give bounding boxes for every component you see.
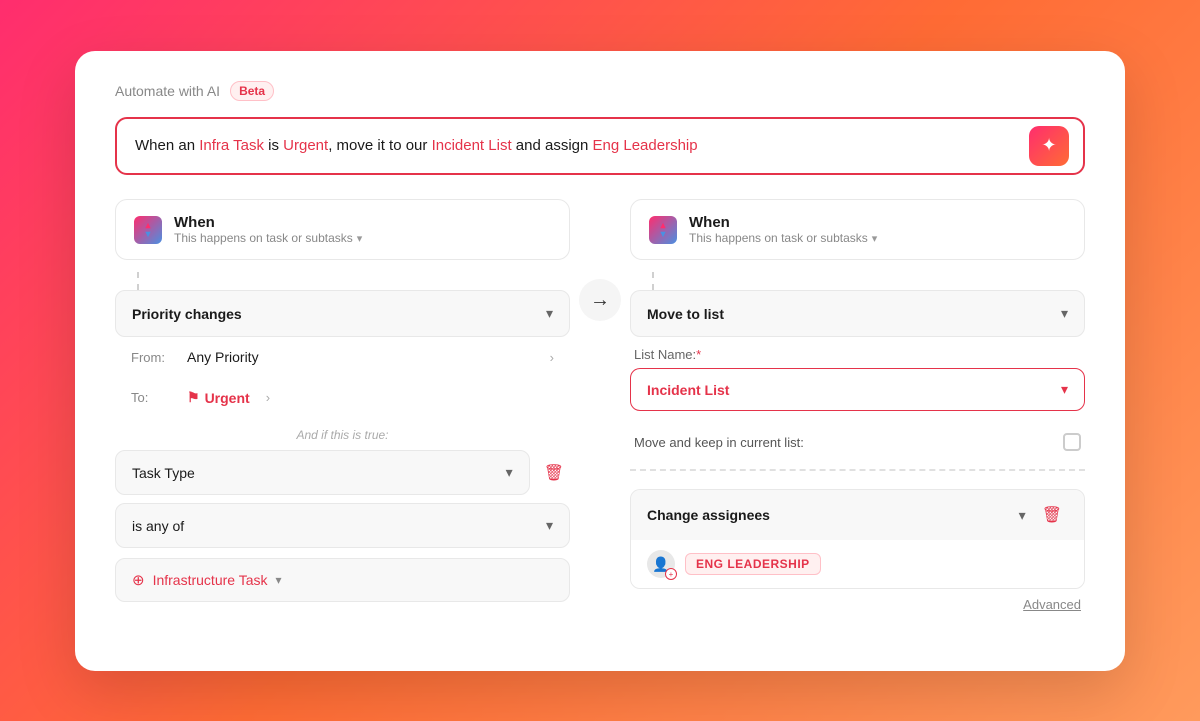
urgent-label: Urgent (205, 390, 250, 406)
required-star: * (696, 347, 701, 362)
assignees-header-right: ▾ 🗑 (1019, 503, 1068, 527)
assignees-delete-button[interactable]: 🗑 (1036, 503, 1068, 527)
prompt-text-3: , move it to our (328, 137, 431, 154)
is-any-of-chevron: ▾ (546, 517, 553, 534)
right-when-chevron: ▾ (872, 232, 878, 245)
urgent-value: ⚑ Urgent (187, 389, 250, 406)
left-dotted-1 (137, 272, 570, 290)
incident-chevron-icon: ▾ (1061, 381, 1068, 398)
assignees-block: Change assignees ▾ 🗑 👤 + ENG LEADERSHIP (630, 489, 1085, 589)
priority-chevron-icon: ▾ (546, 305, 553, 322)
prompt-incident: Incident List (432, 137, 512, 154)
right-column: When This happens on task or subtasks ▾ … (630, 199, 1085, 612)
prompt-eng: Eng Leadership (593, 137, 698, 154)
right-dotted-1 (652, 272, 1085, 290)
left-when-logo (134, 216, 162, 244)
move-keep-label: Move and keep in current list: (634, 435, 804, 450)
sparkle-icon: ✦ (1041, 135, 1056, 156)
assignees-chevron-icon: ▾ (1019, 507, 1026, 524)
arrow-right-icon: → (590, 289, 610, 312)
to-row: To: ⚑ Urgent › (115, 377, 570, 418)
prompt-text-1: When an (135, 137, 199, 154)
right-when-content: When This happens on task or subtasks ▾ (689, 214, 1066, 245)
is-any-of-label: is any of (132, 518, 184, 534)
change-assignees-label: Change assignees (647, 507, 770, 523)
left-when-title: When (174, 214, 551, 231)
advanced-link[interactable]: Advanced (630, 589, 1085, 612)
right-when-sub: This happens on task or subtasks (689, 231, 868, 245)
incident-list-label: Incident List (647, 382, 729, 398)
from-label: From: (131, 350, 171, 365)
two-col-layout: When This happens on task or subtasks ▾ … (115, 199, 1085, 612)
ai-prompt-box: When an Infra Task is Urgent, move it to… (115, 117, 1085, 176)
move-to-list-label: Move to list (647, 306, 724, 322)
avatar-plus-badge: + (665, 568, 677, 580)
left-when-block: When This happens on task or subtasks ▾ (115, 199, 570, 260)
infra-task-row[interactable]: ⊕ Infrastructure Task ▾ (115, 558, 570, 602)
list-name-text: List Name: (634, 347, 696, 362)
left-when-sub-row[interactable]: This happens on task or subtasks ▾ (174, 231, 551, 245)
urgent-chevron-icon[interactable]: › (266, 390, 270, 405)
arrow-col: → (570, 199, 630, 321)
assignees-header: Change assignees ▾ 🗑 (631, 490, 1084, 540)
to-label: To: (131, 390, 171, 405)
and-if-label: And if this is true: (115, 418, 570, 450)
eng-leadership-tag: ENG LEADERSHIP (685, 553, 821, 575)
eng-row: 👤 + ENG LEADERSHIP (631, 540, 1084, 588)
infra-task-chevron: ▾ (275, 573, 281, 587)
prompt-urgent: Urgent (283, 137, 328, 154)
right-when-logo (649, 216, 677, 244)
incident-list-dropdown[interactable]: Incident List ▾ (630, 368, 1085, 411)
left-when-content: When This happens on task or subtasks ▾ (174, 214, 551, 245)
task-type-delete-button[interactable]: 🗑 (538, 461, 570, 485)
infra-task-label: Infrastructure Task (153, 572, 268, 588)
from-chevron-icon[interactable]: › (550, 350, 554, 365)
top-bar: Automate with AI Beta (115, 81, 1085, 101)
prompt-text-4: and assign (512, 137, 593, 154)
move-to-list-chevron: ▾ (1061, 305, 1068, 322)
arrow-circle: → (579, 279, 621, 321)
task-type-chevron: ▾ (506, 464, 513, 481)
right-when-block: When This happens on task or subtasks ▾ (630, 199, 1085, 260)
ai-sparkle-button[interactable]: ✦ (1029, 126, 1069, 166)
globe-icon: ⊕ (132, 571, 145, 589)
move-keep-checkbox[interactable] (1063, 433, 1081, 451)
move-keep-row: Move and keep in current list: (630, 425, 1085, 451)
flag-icon: ⚑ (187, 389, 200, 406)
beta-badge: Beta (230, 81, 274, 101)
right-when-sub-row[interactable]: This happens on task or subtasks ▾ (689, 231, 1066, 245)
task-type-row: Task Type ▾ 🗑 (115, 450, 570, 495)
automate-label: Automate with AI (115, 83, 220, 99)
is-any-of-dropdown[interactable]: is any of ▾ (115, 503, 570, 548)
priority-changes-dropdown[interactable]: Priority changes ▾ (115, 290, 570, 337)
move-to-list-dropdown[interactable]: Move to list ▾ (630, 290, 1085, 337)
prompt-infra: Infra Task (199, 137, 264, 154)
left-when-sub: This happens on task or subtasks (174, 231, 353, 245)
prompt-text-2: is (264, 137, 283, 154)
from-value: Any Priority (187, 349, 534, 365)
left-when-chevron: ▾ (357, 232, 363, 245)
from-row: From: Any Priority › (115, 337, 570, 377)
task-type-dropdown[interactable]: Task Type ▾ (115, 450, 530, 495)
eng-avatar: 👤 + (647, 550, 675, 578)
priority-changes-label: Priority changes (132, 306, 242, 322)
right-when-title: When (689, 214, 1066, 231)
list-name-label: List Name:* (630, 337, 1085, 368)
task-type-label: Task Type (132, 465, 195, 481)
main-card: Automate with AI Beta When an Infra Task… (75, 51, 1125, 671)
right-separator (630, 469, 1085, 471)
left-column: When This happens on task or subtasks ▾ … (115, 199, 570, 602)
